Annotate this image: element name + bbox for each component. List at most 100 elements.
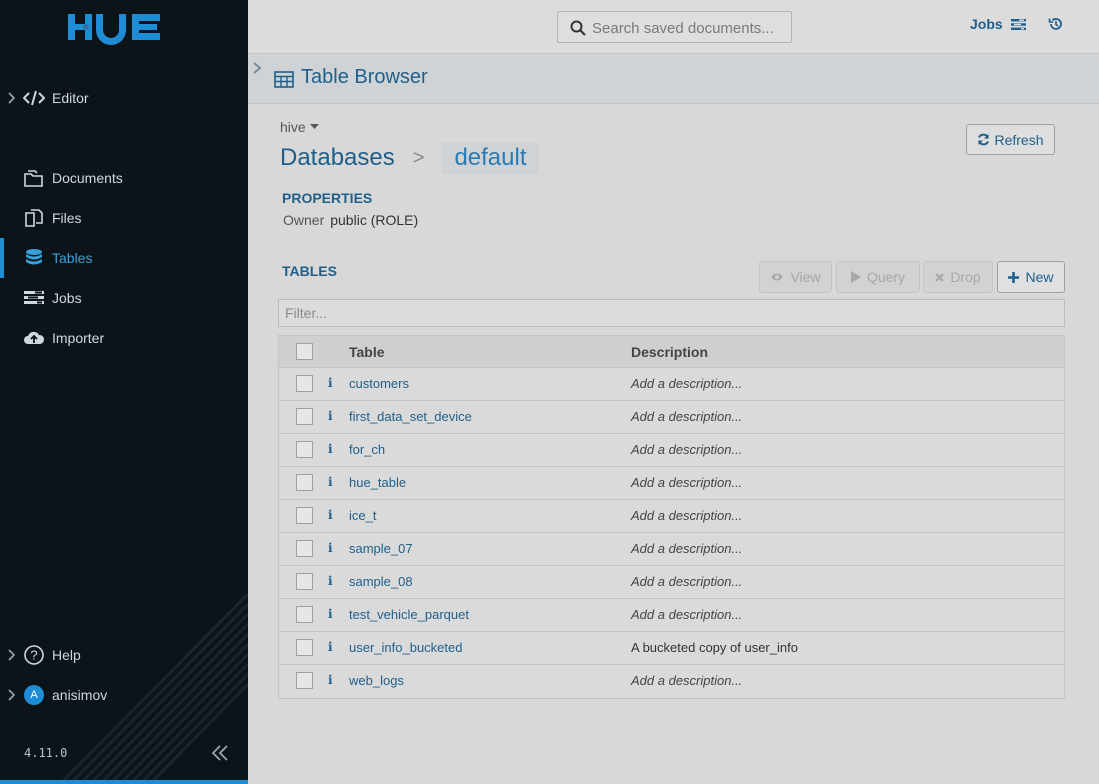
info-icon[interactable]: i xyxy=(328,442,333,456)
query-button[interactable]: Query xyxy=(836,261,920,293)
info-icon[interactable]: i xyxy=(328,607,333,621)
table-description[interactable]: Add a description... xyxy=(631,607,742,622)
new-button[interactable]: New xyxy=(997,261,1065,293)
search-input[interactable] xyxy=(592,17,782,39)
source-dropdown[interactable]: hive xyxy=(280,119,319,135)
history-icon[interactable] xyxy=(1048,16,1064,32)
info-icon[interactable]: i xyxy=(328,574,333,588)
table-row[interactable]: i web_logs Add a description... xyxy=(279,665,1064,698)
sidebar-item-help[interactable]: ? Help xyxy=(0,635,248,675)
info-icon[interactable]: i xyxy=(328,640,333,654)
sidebar-item-label: Documents xyxy=(52,170,123,186)
table-description[interactable]: Add a description... xyxy=(631,475,742,490)
hue-logo[interactable] xyxy=(66,8,182,46)
expand-panel-icon[interactable] xyxy=(252,60,262,76)
table-description[interactable]: Add a description... xyxy=(631,508,742,523)
info-icon[interactable]: i xyxy=(328,508,333,522)
table-row[interactable]: i user_info_bucketed A bucketed copy of us… xyxy=(279,632,1064,665)
tables-heading: TABLES xyxy=(282,263,337,279)
tables-table: Table Description i customers Add a descri… xyxy=(278,335,1065,699)
jobs-icon xyxy=(1010,18,1026,30)
row-checkbox[interactable] xyxy=(296,606,313,623)
chevron-right-icon xyxy=(8,689,16,701)
sidebar-item-label: Editor xyxy=(52,90,89,106)
view-button[interactable]: View xyxy=(759,261,832,293)
info-icon[interactable]: i xyxy=(328,673,333,687)
table-description[interactable]: Add a description... xyxy=(631,442,742,457)
properties-heading: PROPERTIES xyxy=(282,190,373,206)
refresh-label: Refresh xyxy=(994,131,1044,148)
table-name-link[interactable]: customers xyxy=(349,376,409,391)
sidebar-accent-bar xyxy=(0,780,248,784)
info-icon[interactable]: i xyxy=(328,475,333,489)
select-all-checkbox[interactable] xyxy=(296,343,313,360)
sidebar-item-label: Importer xyxy=(52,330,105,346)
breadcrumb-current-database[interactable]: default xyxy=(442,142,539,174)
table-description[interactable]: Add a description... xyxy=(631,376,742,391)
row-checkbox[interactable] xyxy=(296,639,313,656)
table-description[interactable]: A bucketed copy of user_info xyxy=(631,640,798,655)
row-checkbox[interactable] xyxy=(296,573,313,590)
info-icon[interactable]: i xyxy=(328,541,333,555)
jobs-icon xyxy=(24,291,44,304)
owner-key: Owner xyxy=(283,212,325,228)
table-name-link[interactable]: sample_07 xyxy=(349,541,413,556)
drop-button[interactable]: Drop xyxy=(923,261,993,293)
table-name-link[interactable]: hue_table xyxy=(349,475,406,490)
sidebar-item-documents[interactable]: Documents xyxy=(0,158,248,198)
drop-label: Drop xyxy=(950,269,981,285)
breadcrumb-databases[interactable]: Databases xyxy=(280,144,395,172)
table-name-link[interactable]: user_info_bucketed xyxy=(349,640,462,655)
info-icon[interactable]: i xyxy=(328,409,333,423)
row-checkbox[interactable] xyxy=(296,474,313,491)
table-row[interactable]: i hue_table Add a description... xyxy=(279,467,1064,500)
column-header-table[interactable]: Table xyxy=(349,344,385,360)
sidebar-item-label: Tables xyxy=(52,250,93,266)
table-row[interactable]: i for_ch Add a description... xyxy=(279,434,1064,467)
table-name-link[interactable]: sample_08 xyxy=(349,574,413,589)
cloud-upload-icon xyxy=(24,331,45,344)
row-checkbox[interactable] xyxy=(296,375,313,392)
sidebar-item-files[interactable]: Files xyxy=(0,198,248,238)
info-icon[interactable]: i xyxy=(328,376,333,390)
table-row[interactable]: i first_data_set_device Add a description.… xyxy=(279,401,1064,434)
refresh-button[interactable]: Refresh xyxy=(966,124,1055,155)
table-name-link[interactable]: first_data_set_device xyxy=(349,409,472,424)
help-icon: ? xyxy=(24,645,44,665)
table-row[interactable]: i ice_t Add a description... xyxy=(279,500,1064,533)
row-checkbox[interactable] xyxy=(296,441,313,458)
row-checkbox[interactable] xyxy=(296,672,313,689)
collapse-sidebar-icon[interactable] xyxy=(210,743,230,763)
table-row[interactable]: i test_vehicle_parquet Add a description..… xyxy=(279,599,1064,632)
jobs-button[interactable]: Jobs xyxy=(970,16,1026,32)
global-search[interactable] xyxy=(557,11,792,43)
source-label: hive xyxy=(280,119,306,135)
table-description[interactable]: Add a description... xyxy=(631,409,742,424)
table-description[interactable]: Add a description... xyxy=(631,673,742,688)
row-checkbox[interactable] xyxy=(296,540,313,557)
new-label: New xyxy=(1025,269,1054,285)
table-description[interactable]: Add a description... xyxy=(631,541,742,556)
sidebar-item-tables[interactable]: Tables xyxy=(0,238,248,278)
table-row[interactable]: i sample_08 Add a description... xyxy=(279,566,1064,599)
filter-input[interactable] xyxy=(279,300,1064,326)
table-row[interactable]: i sample_07 Add a description... xyxy=(279,533,1064,566)
sidebar: Editor Documents Files Tables Jobs Impor… xyxy=(0,0,248,784)
sidebar-item-editor[interactable]: Editor xyxy=(0,78,248,118)
sidebar-item-importer[interactable]: Importer xyxy=(0,318,248,358)
table-name-link[interactable]: for_ch xyxy=(349,442,385,457)
column-header-description[interactable]: Description xyxy=(631,344,708,360)
table-row[interactable]: i customers Add a description... xyxy=(279,368,1064,401)
sidebar-item-label: Help xyxy=(52,647,81,663)
table-description[interactable]: Add a description... xyxy=(631,574,742,589)
row-checkbox[interactable] xyxy=(296,507,313,524)
sidebar-item-jobs[interactable]: Jobs xyxy=(0,278,248,318)
filter-field[interactable] xyxy=(278,299,1065,327)
table-name-link[interactable]: ice_t xyxy=(349,508,376,523)
row-checkbox[interactable] xyxy=(296,408,313,425)
refresh-icon xyxy=(978,133,990,146)
sidebar-item-user[interactable]: A anisimov xyxy=(0,675,248,715)
table-name-link[interactable]: test_vehicle_parquet xyxy=(349,607,469,622)
close-icon xyxy=(935,272,945,282)
table-name-link[interactable]: web_logs xyxy=(349,673,404,688)
